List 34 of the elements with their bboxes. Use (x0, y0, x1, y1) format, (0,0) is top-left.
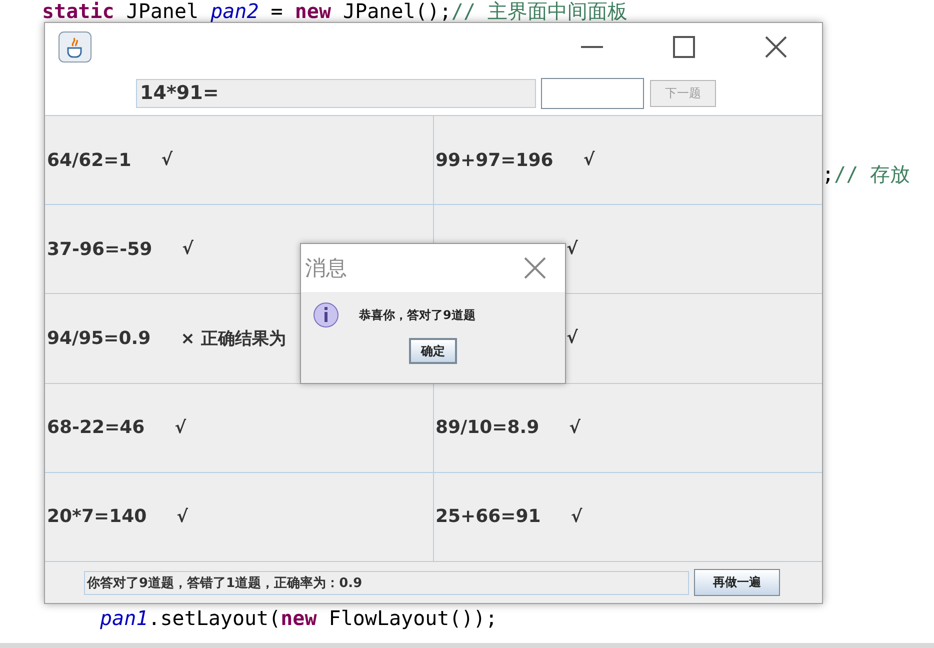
info-icon (313, 302, 339, 328)
equation-text: 68-22=46 (47, 417, 145, 438)
equation-text: 94/95=0.9 (47, 328, 151, 349)
equation-text: 37-96=-59 (47, 238, 152, 260)
equation-text: 25+66=91 (436, 506, 541, 528)
result-mark: √ (566, 328, 578, 348)
equation-text: 99+97=196 (436, 150, 554, 171)
result-mark: × 正确结果为 (180, 328, 286, 350)
maximize-icon (673, 36, 695, 58)
result-mark: √ (176, 506, 188, 527)
coffee-cup-icon (58, 31, 92, 63)
equation-text: 89/10=8.9 (436, 417, 540, 438)
code-line: pan1.setLayout(new FlowLayout()); (100, 607, 498, 629)
close-icon (765, 36, 787, 58)
result-mark: √ (569, 418, 580, 438)
result-mark: √ (161, 150, 173, 170)
result-mark: √ (583, 150, 595, 170)
result-mark: √ (174, 418, 186, 438)
result-mark: √ (570, 506, 582, 527)
code-line: ;// 存放 (822, 163, 910, 185)
dialog-title: 消息 (305, 255, 347, 282)
answer-input[interactable] (541, 78, 644, 108)
dialog-message: 恭喜你，答对了9道题 (359, 306, 476, 324)
redo-button[interactable]: 再做一遍 (694, 569, 780, 596)
minimize-icon (581, 46, 603, 48)
summary-field: 你答对了9道题，答错了1道题，正确率为：0.9 (84, 570, 689, 594)
result-mark: √ (182, 239, 194, 260)
result-mark: √ (566, 239, 578, 260)
question-field: 14*91= (136, 78, 536, 108)
code-line: static JPanel pan2 = new JPanel();// 主界面中间面板 (42, 0, 628, 22)
ok-button[interactable]: 确定 (409, 338, 457, 364)
equation-text: 64/62=1 (47, 150, 132, 171)
equation-text: 20*7=140 (47, 506, 147, 528)
close-icon (524, 257, 546, 279)
